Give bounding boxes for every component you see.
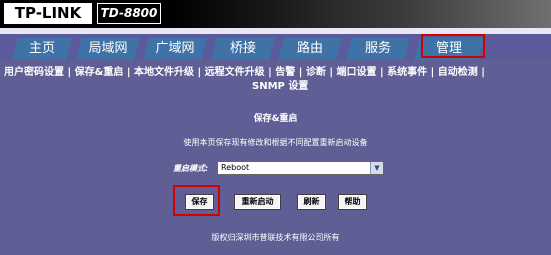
menu-port-settings[interactable]: 端口设置: [336, 67, 376, 78]
restart-mode-label: 重启模式:: [173, 164, 209, 173]
menu-diagnostics[interactable]: 诊断: [306, 67, 326, 78]
model-name: TD-8800: [97, 3, 161, 24]
tab-home[interactable]: 主页: [12, 38, 72, 60]
menu-auto-detect[interactable]: 自动检测: [438, 67, 478, 78]
menu-separator: |: [268, 67, 272, 78]
menu-local-upgrade[interactable]: 本地文件升级: [134, 67, 194, 78]
menu-separator: |: [430, 67, 435, 78]
menu-separator: |: [298, 67, 303, 78]
copyright-footer: 版权归深圳市普联技术有限公司所有: [211, 233, 340, 242]
menu-separator: |: [481, 67, 485, 78]
menu-remote-upgrade[interactable]: 远程文件升级: [205, 67, 265, 78]
menu-separator: |: [379, 67, 384, 78]
menu-separator: |: [329, 67, 333, 78]
restart-mode-select[interactable]: Reboot ▼: [217, 161, 384, 175]
header-decoration: [170, 0, 551, 28]
save-button[interactable]: 保存: [185, 194, 214, 210]
tab-bridge[interactable]: 桥接: [211, 38, 275, 60]
tab-routing[interactable]: 路由: [278, 38, 342, 60]
page-description: 使用本页保存现有修改和根据不同配置重新启动设备: [183, 138, 368, 147]
menu-separator: |: [197, 67, 202, 78]
tab-services[interactable]: 服务: [346, 38, 410, 60]
chevron-down-icon[interactable]: ▼: [370, 162, 383, 174]
submenu: 用户密码设置 | 保存&重启 | 本地文件升级 | 远程文件升级 | 告警 | …: [4, 66, 549, 94]
refresh-button[interactable]: 刷新: [297, 194, 326, 210]
tab-management-highlight: [421, 34, 485, 58]
restart-mode-value: Reboot: [221, 163, 250, 172]
tab-lan[interactable]: 局域网: [76, 38, 140, 60]
menu-alarm[interactable]: 告警: [275, 67, 295, 78]
restart-button[interactable]: 重新启动: [234, 194, 281, 210]
page-title: 保存&重启: [253, 114, 298, 124]
tab-wan[interactable]: 广域网: [143, 38, 207, 60]
menu-separator: |: [126, 67, 131, 78]
menu-user-password[interactable]: 用户密码设置: [4, 67, 64, 78]
help-button[interactable]: 帮助: [338, 194, 367, 210]
menu-save-restart[interactable]: 保存&重启: [75, 67, 124, 78]
menu-separator: |: [67, 67, 72, 78]
menu-system-events[interactable]: 系统事件: [387, 67, 427, 78]
brand-logo: TP-LINK: [4, 3, 92, 24]
menu-snmp-settings[interactable]: SNMP 设置: [4, 81, 308, 92]
header-bar: TP-LINK TD-8800: [0, 0, 551, 28]
